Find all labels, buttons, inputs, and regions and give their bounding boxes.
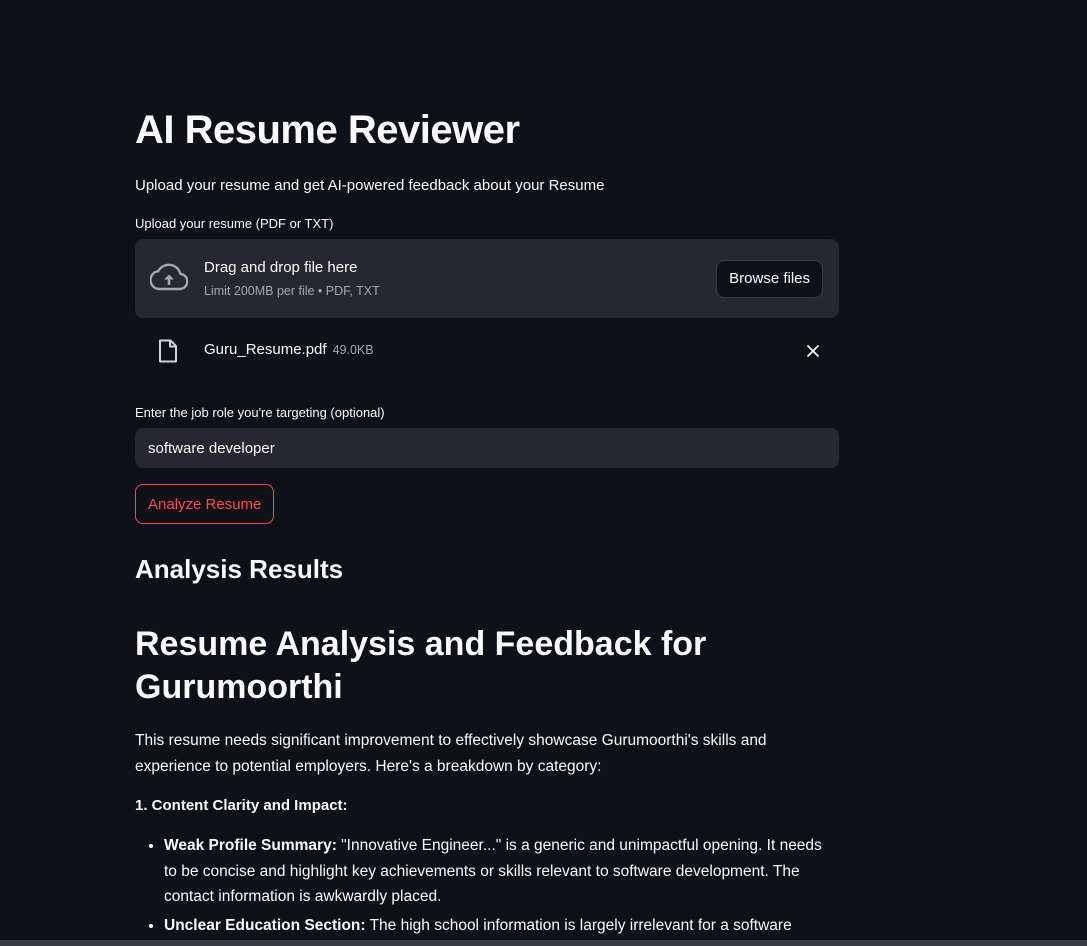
file-dropzone[interactable]: Drag and drop file here Limit 200MB per … (135, 239, 839, 318)
analyze-resume-button[interactable]: Analyze Resume (135, 484, 275, 524)
close-icon[interactable] (805, 343, 821, 359)
dropzone-instruction: Drag and drop file here (204, 259, 358, 276)
browse-files-button[interactable]: Browse files (716, 260, 823, 298)
uploaded-file-size: 49.0KB (332, 343, 374, 357)
page-title: AI Resume Reviewer (135, 108, 520, 152)
feedback-list: Weak Profile Summary: "Innovative Engine… (135, 833, 839, 946)
uploaded-file-row: Guru_Resume.pdf 49.0KB (135, 329, 839, 373)
results-heading: Analysis Results (135, 554, 344, 584)
list-item: Weak Profile Summary: "Innovative Engine… (164, 833, 839, 910)
dropzone-limit: Limit 200MB per file • PDF, TXT (204, 284, 380, 298)
section-heading: 1. Content Clarity and Impact: (135, 797, 348, 814)
list-item-title: Weak Profile Summary: (164, 837, 337, 854)
file-icon (159, 339, 177, 363)
page-subtitle: Upload your resume and get AI-powered fe… (135, 177, 605, 194)
upload-label: Upload your resume (PDF or TXT) (135, 216, 334, 231)
uploaded-file-info: Guru_Resume.pdf 49.0KB (204, 340, 374, 360)
list-item-title: Unclear Education Section: (164, 916, 366, 934)
job-role-input[interactable] (135, 428, 839, 468)
uploaded-file-name: Guru_Resume.pdf (204, 341, 327, 358)
analysis-title: Resume Analysis and Feedback for Gurumoo… (135, 625, 707, 706)
app-page: AI Resume Reviewer Upload your resume an… (0, 0, 1087, 946)
cloud-upload-icon (150, 263, 188, 291)
main-content: AI Resume Reviewer Upload your resume an… (135, 104, 839, 946)
dropzone-text: Drag and drop file here Limit 200MB per … (204, 258, 380, 299)
analysis-intro: This resume needs significant improvemen… (135, 732, 767, 775)
job-role-label: Enter the job role you're targeting (opt… (135, 405, 385, 420)
horizontal-scrollbar[interactable] (0, 940, 1087, 946)
